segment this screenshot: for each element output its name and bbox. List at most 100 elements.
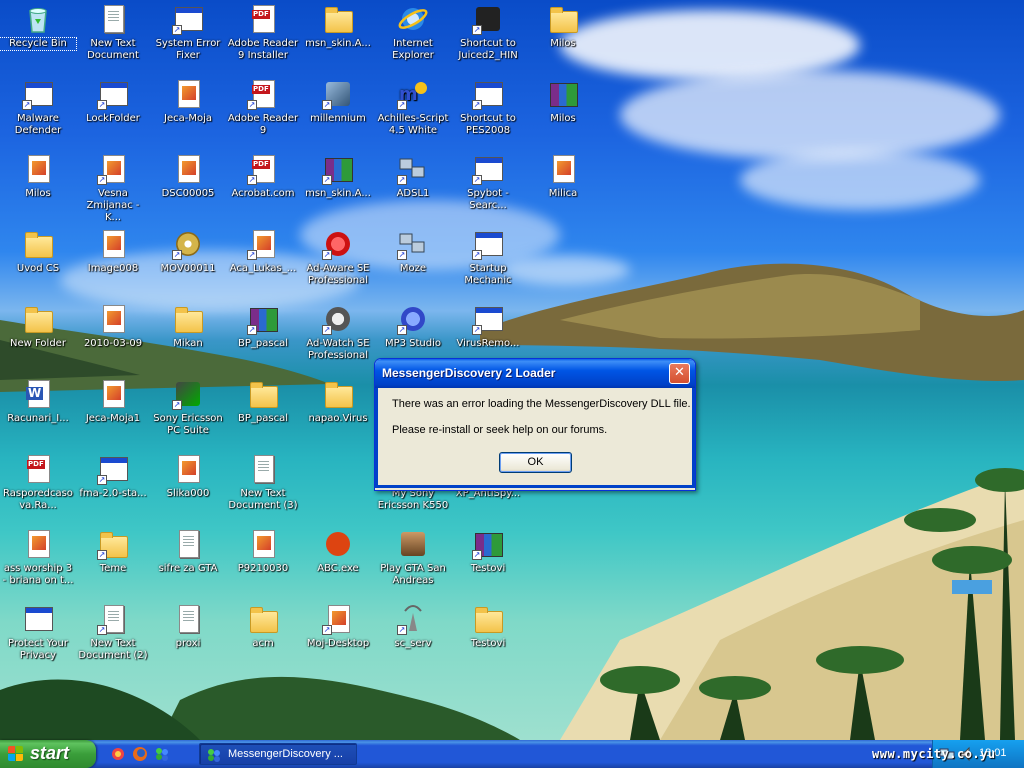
image-icon: ↗ — [97, 153, 129, 185]
image-icon — [247, 528, 279, 560]
quicklaunch-media-icon[interactable] — [110, 746, 126, 762]
desktop-icon[interactable]: ↗ Teme — [75, 525, 151, 575]
desktop-icon[interactable]: ↗ Vesna Zmijanac - K... — [75, 150, 151, 224]
desktop-icon[interactable]: New Folder — [0, 300, 76, 350]
desktop-icon[interactable]: acm — [225, 600, 301, 650]
network-icon: ↗ — [397, 153, 429, 185]
desktop-icon[interactable]: Internet Explorer — [375, 0, 451, 62]
desktop-icon[interactable]: Play GTA San Andreas — [375, 525, 451, 587]
windows-logo-icon — [8, 746, 24, 762]
desktop-icon-label: VirusRemo... — [456, 338, 520, 349]
desktop-icon[interactable]: ↗ msn_skin.A... — [300, 150, 376, 200]
desktop-icon[interactable]: Milos — [0, 150, 76, 200]
desktop-icon[interactable]: msn_skin.A... — [300, 0, 376, 50]
desktop-icon[interactable]: Adobe Reader 9 Installer — [225, 0, 301, 62]
image-icon — [97, 303, 129, 335]
desktop-icon[interactable]: Racunari_I... — [0, 375, 76, 425]
program-icon — [22, 603, 54, 635]
folder-icon — [322, 3, 354, 35]
desktop-icon[interactable]: Image008 — [75, 225, 151, 275]
desktop-icon[interactable]: ↗ New Text Document (2) — [75, 600, 151, 662]
game-icon: ↗ — [472, 3, 504, 35]
desktop-icon-label: New Text Document (3) — [228, 488, 298, 511]
desktop-icon[interactable]: Mikan — [150, 300, 226, 350]
desktop-icon[interactable]: Protect Your Privacy — [0, 600, 76, 662]
close-button[interactable]: ✕ — [669, 363, 690, 384]
desktop-icon[interactable]: New Text Document — [75, 0, 151, 62]
desktop-icon[interactable]: Rasporedcasova.Ra... — [0, 450, 76, 512]
quicklaunch-messenger-icon[interactable] — [154, 746, 170, 762]
desktop-icon[interactable]: sifre za GTA — [150, 525, 226, 575]
desktop-icon-label: My Sony Ericsson K550 — [377, 488, 449, 511]
program-icon: ↗ — [472, 153, 504, 185]
desktop-icon[interactable]: ABC.exe — [300, 525, 376, 575]
ok-button[interactable]: OK — [499, 452, 572, 473]
desktop-icon[interactable]: BP_pascal — [225, 375, 301, 425]
desktop-icon[interactable]: ↗ Adobe Reader 9 — [225, 75, 301, 137]
archive-icon: ↗ — [247, 303, 279, 335]
desktop-icon[interactable]: ↗ MP3 Studio — [375, 300, 451, 350]
shortcut-arrow-icon: ↗ — [172, 250, 182, 260]
desktop-icon[interactable]: Milos — [525, 0, 601, 50]
desktop-icon[interactable]: DSC00005 — [150, 150, 226, 200]
desktop-icon[interactable]: Testovi — [450, 600, 526, 650]
desktop-icon[interactable]: ↗ Aca_Lukas_... — [225, 225, 301, 275]
desktop-icon[interactable]: ↗ Testovi — [450, 525, 526, 575]
desktop-icon[interactable]: Recycle Bin — [0, 0, 77, 51]
desktop-icon[interactable]: ↗ MOV00011 — [150, 225, 226, 275]
desktop-icon[interactable]: Milos — [525, 75, 601, 125]
desktop-icon[interactable]: m ↗ Achilles-Script 4.5 White — [375, 75, 451, 137]
desktop-icon[interactable]: ↗ Shortcut to PES2008 — [450, 75, 526, 137]
desktop-icon[interactable]: Jeca-Moja — [150, 75, 226, 125]
shortcut-arrow-icon: ↗ — [397, 175, 407, 185]
desktop-icon[interactable]: ↗ Acrobat.com — [225, 150, 301, 200]
desktop-icon[interactable]: ass worship 3 - briana on t... — [0, 525, 76, 587]
archive-icon — [547, 78, 579, 110]
desktop-icon[interactable]: ↗ LockFolder — [75, 75, 151, 125]
desktop-icon[interactable]: ↗ VirusRemo... — [450, 300, 526, 350]
desktop-icon-label: Milos — [25, 188, 51, 199]
desktop-icon[interactable]: ↗ millennium — [300, 75, 376, 125]
text-document-icon — [172, 603, 204, 635]
desktop-icon[interactable]: ↗ Moze — [375, 225, 451, 275]
desktop-icon[interactable]: P9210030 — [225, 525, 301, 575]
desktop-icon[interactable]: ↗ Ad-Watch SE Professional — [300, 300, 376, 362]
quicklaunch-firefox-icon[interactable] — [132, 746, 148, 762]
pdf-icon: ↗ — [247, 78, 279, 110]
desktop-icon[interactable]: ↗ BP_pascal — [225, 300, 301, 350]
desktop-icon[interactable]: Uvod CS — [0, 225, 76, 275]
desktop-icon[interactable]: ↗ Spybot - Searc... — [450, 150, 526, 212]
desktop-icon[interactable]: napao.Virus — [300, 375, 376, 425]
shortcut-arrow-icon: ↗ — [247, 100, 257, 110]
desktop-icon[interactable]: ↗ fma-2.0-sta... — [75, 450, 151, 500]
desktop-icon[interactable]: ↗ sc_serv — [375, 600, 451, 650]
desktop-icon[interactable]: New Text Document (3) — [225, 450, 301, 512]
desktop-icon[interactable]: ↗ Malware Defender — [0, 75, 76, 137]
desktop-icon[interactable]: proxi — [150, 600, 226, 650]
desktop-icon-label: Ad-Watch SE Professional — [306, 338, 370, 361]
folder-icon — [247, 603, 279, 635]
dialog-titlebar[interactable]: MessengerDiscovery 2 Loader ✕ — [375, 359, 695, 388]
desktop-icon[interactable]: ↗ Moj-Desktop — [300, 600, 376, 650]
desktop-icon[interactable]: 2010-03-09 — [75, 300, 151, 350]
program-icon: ↗ — [97, 453, 129, 485]
desktop-icon[interactable]: ↗ Ad-Aware SE Professional — [300, 225, 376, 287]
desktop-icon-label: msn_skin.A... — [305, 38, 371, 49]
taskbar-button-messengerdiscovery[interactable]: MessengerDiscovery ... — [199, 743, 357, 765]
desktop-icon-label: Malware Defender — [14, 113, 62, 136]
start-button[interactable]: start — [0, 740, 96, 768]
desktop-icon-label: Vesna Zmijanac - K... — [86, 188, 140, 223]
adaware-icon: ↗ — [322, 228, 354, 260]
gta-icon — [397, 528, 429, 560]
desktop-icon[interactable]: Milica — [525, 150, 601, 200]
desktop-icon[interactable]: ↗ ADSL1 — [375, 150, 451, 200]
desktop-icon[interactable]: Jeca-Moja1 — [75, 375, 151, 425]
desktop-icon[interactable]: ↗ System Error Fixer — [150, 0, 226, 62]
desktop-icon[interactable]: ↗ Sony Ericsson PC Suite — [150, 375, 226, 437]
desktop-icon[interactable]: ↗ Startup Mechanic — [450, 225, 526, 287]
desktop-icon-label: Spybot - Searc... — [467, 188, 509, 211]
desktop-icon-label: LockFolder — [86, 113, 140, 124]
shortcut-arrow-icon: ↗ — [397, 100, 407, 110]
desktop-icon[interactable]: Slika000 — [150, 450, 226, 500]
desktop-icon[interactable]: ↗ Shortcut to Juiced2_HIN — [450, 0, 526, 62]
